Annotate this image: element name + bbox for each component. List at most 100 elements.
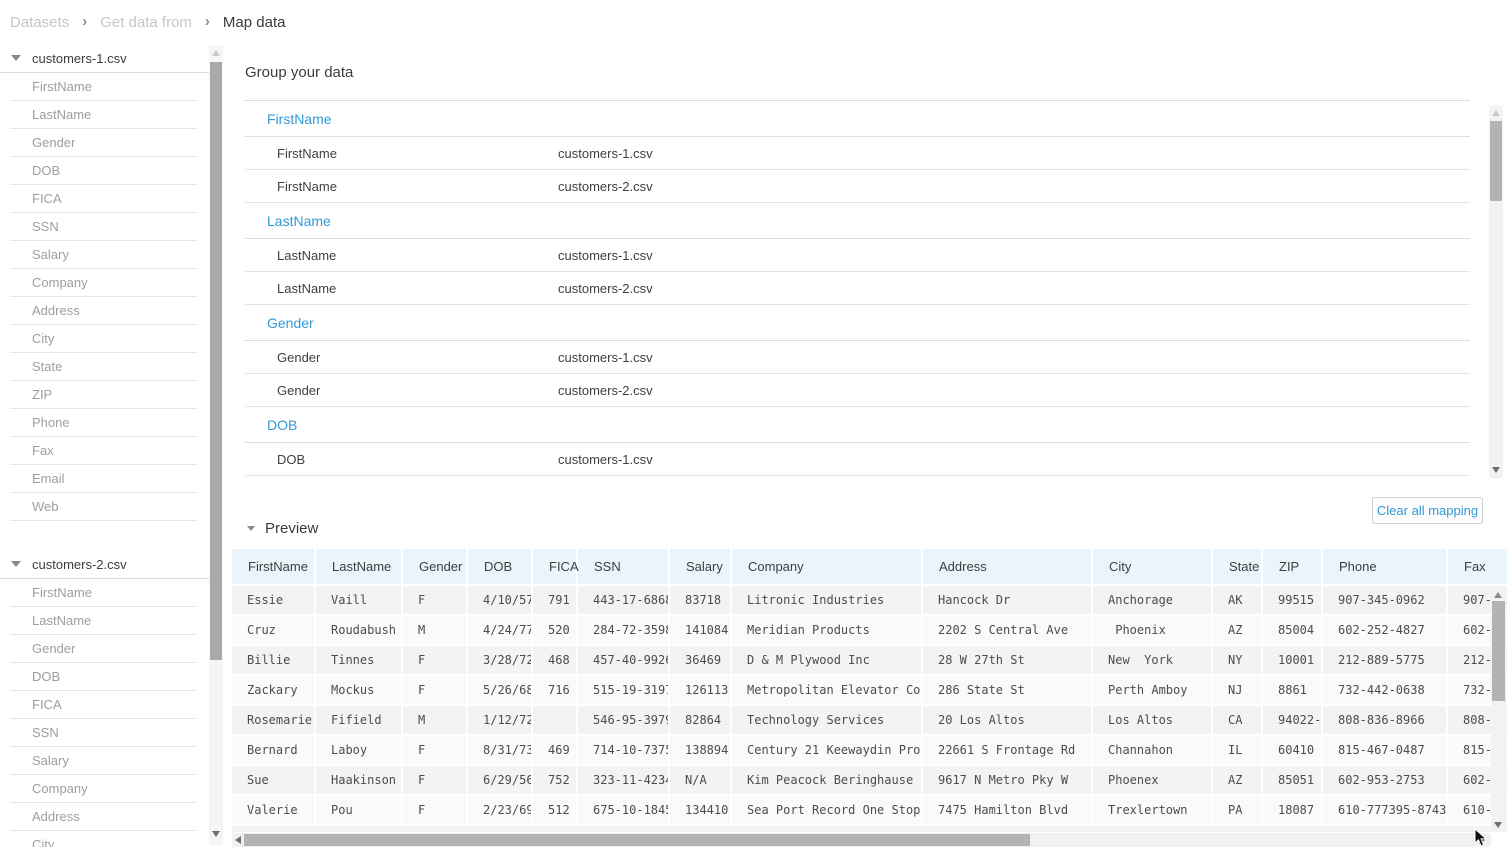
- preview-cell: 9617 N Metro Pky W: [922, 765, 1093, 796]
- preview-cell: NY: [1212, 645, 1263, 676]
- sidebar-field-item[interactable]: Web: [0, 493, 210, 521]
- collapse-triangle-icon: [11, 55, 21, 61]
- mapped-field-label: FirstName: [277, 146, 337, 161]
- sidebar-scrollbar[interactable]: [209, 45, 223, 845]
- preview-table-container: FirstName LastName Gender DOB FICA SSN Salary C…: [232, 549, 1507, 833]
- preview-cell: 907-345-0962: [1322, 585, 1448, 616]
- sidebar-field-item[interactable]: FICA: [0, 185, 210, 213]
- scroll-down-icon[interactable]: [212, 831, 220, 837]
- preview-cell: 141084: [669, 615, 732, 646]
- sidebar-field-item[interactable]: ZIP: [0, 381, 210, 409]
- preview-cell: [532, 705, 578, 736]
- mapped-field-row[interactable]: DOB customers-1.csv: [245, 443, 1470, 476]
- sidebar-field-item[interactable]: SSN: [0, 719, 210, 747]
- mapped-field-label: Gender: [277, 350, 321, 365]
- mapped-field-source: customers-1.csv: [558, 146, 653, 161]
- sidebar-field-item[interactable]: Gender: [0, 635, 210, 663]
- scroll-left-icon[interactable]: [235, 836, 241, 844]
- breadcrumb-item-datasets[interactable]: Datasets: [10, 14, 69, 31]
- scroll-up-icon[interactable]: [1492, 110, 1500, 116]
- sidebar-field-item[interactable]: DOB: [0, 663, 210, 691]
- sidebar-field-item[interactable]: Address: [0, 803, 210, 831]
- mapped-field-row[interactable]: LastName customers-2.csv: [245, 272, 1470, 305]
- preview-cell: 808-836-8966: [1322, 705, 1448, 736]
- mapped-field-label: DOB: [277, 452, 306, 467]
- preview-cell: 675-10-1845: [577, 795, 670, 826]
- preview-column-header: ZIP: [1262, 549, 1323, 586]
- sidebar-field-item[interactable]: DOB: [0, 157, 210, 185]
- preview-vscrollbar-thumb[interactable]: [1492, 601, 1505, 701]
- preview-cell: Sea Port Record One Stop Inc: [731, 795, 923, 826]
- mouse-cursor-icon: [1474, 828, 1487, 847]
- sidebar-field-item[interactable]: Salary: [0, 241, 210, 269]
- scroll-up-icon[interactable]: [212, 50, 220, 56]
- preview-cell: 85051: [1262, 765, 1323, 796]
- mapped-field-row[interactable]: FirstName customers-1.csv: [245, 137, 1470, 170]
- preview-cell: Bernard: [232, 735, 316, 766]
- clear-all-mapping-button[interactable]: Clear all mapping: [1372, 497, 1483, 524]
- preview-cell: 602-252-4827: [1322, 615, 1448, 646]
- preview-horizontal-scrollbar[interactable]: [232, 833, 1491, 847]
- sidebar-field-item[interactable]: FirstName: [0, 579, 210, 607]
- preview-cell: 8861: [1262, 675, 1323, 706]
- sidebar-field-item[interactable]: Phone: [0, 409, 210, 437]
- preview-cell: 134410: [669, 795, 732, 826]
- mapped-field-row[interactable]: Gender customers-2.csv: [245, 374, 1470, 407]
- scroll-up-icon[interactable]: [1494, 592, 1502, 598]
- sidebar-field-item[interactable]: LastName: [0, 607, 210, 635]
- sidebar-scrollbar-thumb[interactable]: [210, 62, 222, 660]
- preview-cell: 520: [532, 615, 578, 646]
- preview-data-row: Rosemarie Fifield M 1/12/72 546-95-3979 82864…: [232, 705, 1507, 736]
- preview-vertical-scrollbar[interactable]: [1491, 588, 1506, 832]
- sidebar-field-item[interactable]: Address: [0, 297, 210, 325]
- preview-cell: 286 State St: [922, 675, 1093, 706]
- group-block: FirstName FirstName customers-1.csv Firs…: [245, 101, 1470, 203]
- sidebar-field-item[interactable]: Company: [0, 269, 210, 297]
- preview-cell: 323-11-4234: [577, 765, 670, 796]
- sidebar-field-item[interactable]: City: [0, 325, 210, 353]
- preview-cell: Valerie: [232, 795, 316, 826]
- sidebar-field-item[interactable]: City: [0, 831, 210, 847]
- preview-cell: D & M Plywood Inc: [731, 645, 923, 676]
- group-header[interactable]: DOB: [245, 407, 1470, 443]
- preview-table: FirstName LastName Gender DOB FICA SSN Salary C…: [232, 549, 1507, 833]
- sidebar-field-item[interactable]: LastName: [0, 101, 210, 129]
- preview-hscrollbar-thumb[interactable]: [244, 834, 1030, 846]
- mapped-field-row[interactable]: LastName customers-1.csv: [245, 239, 1470, 272]
- sidebar-field-item[interactable]: State: [0, 353, 210, 381]
- sidebar-field-item[interactable]: Email: [0, 465, 210, 493]
- sidebar-file-header[interactable]: customers-2.csv: [0, 550, 210, 579]
- preview-data-row: Valerie Pou F 2/23/69 512 675-10-1845 134410 Se…: [232, 795, 1507, 826]
- scroll-down-icon[interactable]: [1492, 467, 1500, 473]
- sidebar-field-item[interactable]: Salary: [0, 747, 210, 775]
- sidebar-file-name: customers-2.csv: [32, 556, 127, 572]
- group-header[interactable]: LastName: [245, 203, 1470, 239]
- mapped-field-source: customers-2.csv: [558, 476, 653, 478]
- group-header[interactable]: Gender: [245, 305, 1470, 341]
- sidebar-field-item[interactable]: SSN: [0, 213, 210, 241]
- preview-cell: 815-467-0487: [1322, 735, 1448, 766]
- file-section: customers-2.csv FirstName LastName Gende…: [0, 550, 210, 847]
- sidebar-field-item[interactable]: Company: [0, 775, 210, 803]
- preview-column-header: City: [1092, 549, 1213, 586]
- group-list-scrollbar[interactable]: [1489, 105, 1503, 478]
- preview-cell: 4/10/57: [467, 585, 533, 616]
- sidebar-field-item[interactable]: FirstName: [0, 73, 210, 101]
- sidebar-field-item[interactable]: Fax: [0, 437, 210, 465]
- sidebar-file-header[interactable]: customers-1.csv: [0, 44, 210, 73]
- mapped-field-row[interactable]: Gender customers-1.csv: [245, 341, 1470, 374]
- breadcrumb-item-get-data-from[interactable]: Get data from: [100, 14, 192, 31]
- mapped-field-row[interactable]: DOB customers-2.csv: [245, 476, 1470, 478]
- mapped-field-row[interactable]: FirstName customers-2.csv: [245, 170, 1470, 203]
- scroll-down-icon[interactable]: [1494, 822, 1502, 828]
- mapped-field-source: customers-2.csv: [558, 179, 653, 194]
- preview-cell: 716: [532, 675, 578, 706]
- preview-cell: 2202 S Central Ave: [922, 615, 1093, 646]
- group-header[interactable]: FirstName: [245, 101, 1470, 137]
- sidebar-field-item[interactable]: Gender: [0, 129, 210, 157]
- group-scrollbar-thumb[interactable]: [1490, 121, 1502, 201]
- preview-column-header: FirstName: [232, 549, 316, 586]
- preview-cell: 8/31/73: [467, 735, 533, 766]
- preview-section-toggle[interactable]: Preview: [247, 520, 318, 537]
- sidebar-field-item[interactable]: FICA: [0, 691, 210, 719]
